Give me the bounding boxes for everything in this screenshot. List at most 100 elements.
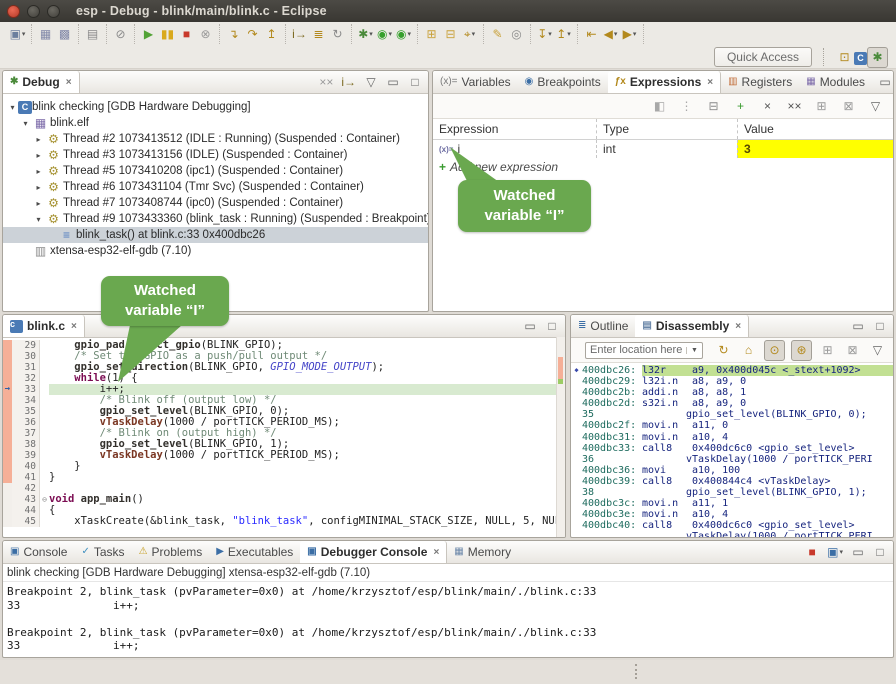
console-output[interactable]: Breakpoint 2, blink_task (pvParameter=0x…: [3, 582, 893, 653]
toggle-mark-icon[interactable]: ◎: [507, 25, 526, 44]
code-line[interactable]: 39 vTaskDelay(1000 / portTICK_PERIOD_MS)…: [3, 450, 565, 461]
tab-executables[interactable]: ▶Executables: [209, 541, 300, 563]
annotation-ruler[interactable]: [3, 516, 12, 527]
tab-registers[interactable]: ▥Registers: [721, 71, 799, 93]
location-input[interactable]: Enter location here: [586, 344, 686, 356]
disconnect-icon[interactable]: ⊗: [196, 25, 215, 44]
window-minimize-button[interactable]: [27, 5, 40, 18]
expression-value-cell[interactable]: 3: [737, 140, 893, 158]
open-element-icon[interactable]: ⊟: [441, 25, 460, 44]
disassembly-instruction-line[interactable]: 400dbc2d:s32i.na8, a9, 0: [571, 398, 893, 409]
disassembly-instruction-line[interactable]: 400dbc3c:movi.na11, 1: [571, 498, 893, 509]
new-view-icon[interactable]: ⊞: [818, 341, 837, 360]
tab-disassembly[interactable]: ▤Disassembly×: [635, 315, 749, 337]
annotation-ruler[interactable]: [3, 461, 12, 472]
disassembly-instruction-line[interactable]: 400dbc2f:movi.na11, 0: [571, 420, 893, 431]
forward-icon[interactable]: ▶▾: [620, 25, 639, 44]
debug-tree-row[interactable]: ▸⚙Thread #7 1073408744 (ipc0) (Suspended…: [3, 195, 428, 211]
next-annotation-icon[interactable]: ↧▾: [535, 25, 554, 44]
window-close-button[interactable]: [7, 5, 20, 18]
annotation-ruler[interactable]: [3, 505, 12, 516]
instruction-stepping-toggle-icon[interactable]: i→: [341, 73, 356, 92]
tab-outline[interactable]: ≣Outline: [571, 315, 635, 337]
debug-tree-row[interactable]: ▥xtensa-esp32-elf-gdb (7.10): [3, 243, 428, 259]
print-icon[interactable]: ▤: [83, 25, 102, 44]
tab-console[interactable]: ▣Console: [3, 541, 74, 563]
minimize-icon[interactable]: ▭: [851, 317, 865, 336]
view-menu-icon[interactable]: ▽: [364, 73, 378, 92]
disassembly-instruction-line[interactable]: 400dbc29:l32i.na8, a9, 0: [571, 376, 893, 387]
refresh-icon[interactable]: ↻: [714, 341, 733, 360]
tab-expressions[interactable]: ƒxExpressions×: [608, 71, 721, 93]
new-project-icon[interactable]: ⊞: [422, 25, 441, 44]
save-icon[interactable]: ▦: [36, 25, 55, 44]
window-maximize-button[interactable]: [47, 5, 60, 18]
disassembly-instruction-line[interactable]: 400dbc33:call80x400dc6c0 <gpio_set_level…: [571, 443, 893, 454]
disassembly-source-line[interactable]: 35gpio_set_level(BLINK_GPIO, 0);: [571, 409, 893, 420]
external-tools-icon[interactable]: ◉▾: [394, 25, 413, 44]
tab-debugger-console[interactable]: ▣Debugger Console×: [300, 541, 447, 563]
disassembly-source-line[interactable]: 36vTaskDelay(1000 / portTICK_PERI: [571, 454, 893, 465]
annotation-ruler[interactable]: [3, 340, 12, 351]
column-header-type[interactable]: Type: [596, 119, 737, 139]
step-over-icon[interactable]: ↷: [243, 25, 262, 44]
remove-all-terminated-icon[interactable]: ××: [319, 73, 333, 92]
save-all-icon[interactable]: ▩: [55, 25, 74, 44]
code-line[interactable]: 40 }: [3, 461, 565, 472]
resume-icon[interactable]: ▶: [139, 25, 158, 44]
code-line[interactable]: 43⊖void app_main(): [3, 494, 565, 505]
new-wizard-icon[interactable]: ▣▾: [8, 25, 27, 44]
annotation-ruler[interactable]: [3, 472, 12, 483]
debug-tree-row[interactable]: ▸⚙Thread #6 1073431104 (Tmr Svc) (Suspen…: [3, 179, 428, 195]
tab-memory[interactable]: ▦Memory: [447, 541, 518, 563]
tree-expander-closed-icon[interactable]: ▸: [33, 135, 44, 144]
step-return-icon[interactable]: ↥: [262, 25, 281, 44]
close-tab-icon[interactable]: ×: [66, 77, 72, 88]
combo-dropdown-icon[interactable]: ▼: [686, 347, 702, 354]
overview-ruler[interactable]: [556, 337, 565, 537]
debug-launch-tree[interactable]: ▾Cblink checking [GDB Hardware Debugging…: [3, 94, 428, 259]
tab-variables[interactable]: (x)=Variables: [433, 71, 518, 93]
view-menu-icon[interactable]: ▽: [866, 97, 885, 116]
step-into-icon[interactable]: ↴: [224, 25, 243, 44]
skip-all-breakpoints-icon[interactable]: ⊘: [111, 25, 130, 44]
column-header-value[interactable]: Value: [737, 119, 893, 139]
disassembly-source-line[interactable]: vTaskDelay(1000 / portTICK_PERI: [571, 531, 893, 538]
tab-tasks[interactable]: ✓Tasks: [74, 541, 131, 563]
sync-source-icon[interactable]: ⊛: [791, 340, 812, 361]
code-line[interactable]: 45 xTaskCreate(&blink_task, "blink_task"…: [3, 516, 565, 527]
tab-problems[interactable]: ⚠Problems: [132, 541, 210, 563]
display-selected-console-icon[interactable]: ▣▾: [827, 543, 843, 562]
disassembly-instruction-line[interactable]: 400dbc3e:movi.na10, 4: [571, 509, 893, 520]
tree-expander-open-icon[interactable]: ▾: [7, 103, 18, 112]
maximize-icon[interactable]: □: [408, 73, 422, 92]
remove-all-expressions-icon[interactable]: ××: [785, 97, 804, 116]
debug-tree-row[interactable]: ▸⚙Thread #3 1073413156 (IDLE) (Suspended…: [3, 147, 428, 163]
quick-access-button[interactable]: Quick Access: [714, 47, 812, 67]
cpp-perspective-icon[interactable]: C: [854, 52, 867, 65]
new-view-icon[interactable]: ⊞: [812, 97, 831, 116]
tree-expander-closed-icon[interactable]: ▸: [33, 151, 44, 160]
open-perspective-icon[interactable]: ⊡: [835, 48, 854, 67]
disassembly-instruction-line[interactable]: 400dbc40:call80x400dc6c0 <gpio_set_level…: [571, 520, 893, 531]
minimize-icon[interactable]: ▭: [523, 317, 537, 336]
use-step-filters-icon[interactable]: ≣: [309, 25, 328, 44]
disassembly-source-line[interactable]: 38gpio_set_level(BLINK_GPIO, 1);: [571, 487, 893, 498]
disassembly-instruction-line[interactable]: ◆400dbc26:l32ra9, 0x400d045c <_stext+109…: [571, 365, 893, 376]
annotation-ruler[interactable]: [3, 417, 12, 428]
tab-blink-c[interactable]: c blink.c ×: [3, 315, 85, 337]
collapse-all-icon[interactable]: ⊟: [704, 97, 723, 116]
minimize-icon[interactable]: ▭: [851, 543, 865, 562]
tab-debug[interactable]: ✱ Debug ×: [3, 71, 80, 93]
disassembly-instruction-line[interactable]: 400dbc36:movia10, 100: [571, 465, 893, 476]
code-line[interactable]: 41}: [3, 472, 565, 483]
suspend-icon[interactable]: ▮▮: [158, 25, 177, 44]
minimize-icon[interactable]: ▭: [386, 73, 400, 92]
debug-perspective-icon[interactable]: ✱: [867, 47, 888, 68]
annotation-ruler[interactable]: [3, 351, 12, 362]
run-icon[interactable]: ◉▾: [375, 25, 394, 44]
add-expression-icon[interactable]: +: [731, 97, 750, 116]
code-editor[interactable]: 29 gpio_pad_select_gpio(BLINK_GPIO);30 /…: [3, 338, 565, 527]
close-tab-icon[interactable]: ×: [71, 321, 77, 332]
maximize-icon[interactable]: □: [873, 543, 887, 562]
